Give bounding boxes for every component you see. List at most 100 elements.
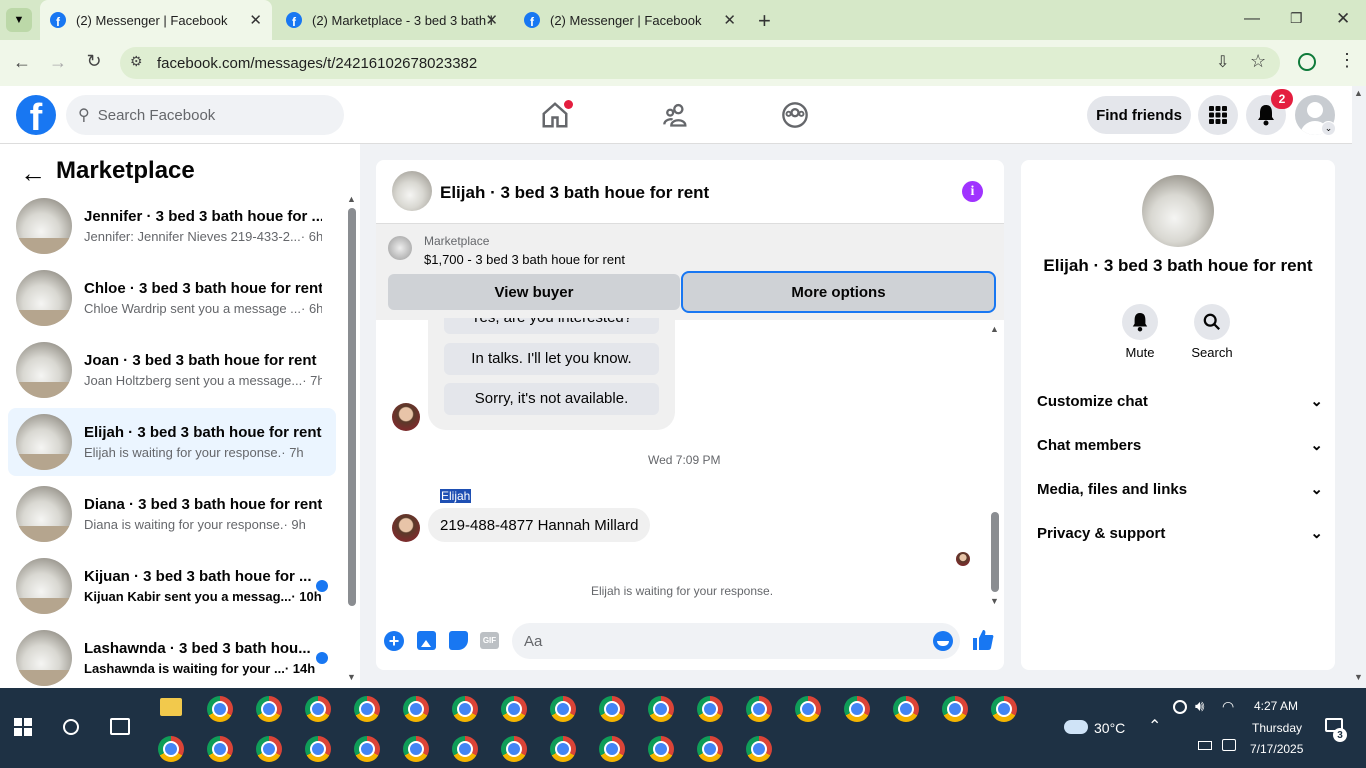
sender-avatar[interactable] <box>392 514 420 542</box>
tab-messenger-2[interactable]: f (2) Messenger | Facebook ✕ <box>514 0 746 40</box>
view-buyer-button[interactable]: View buyer <box>388 274 680 310</box>
listing-description[interactable]: $1,700 - 3 bed 3 bath houe for rent <box>424 252 625 267</box>
back-icon[interactable]: ← <box>8 52 36 73</box>
conversation-item[interactable]: Kijuan · 3 bed 3 bath houe for ... Kijua… <box>8 552 336 620</box>
media-files-links-section[interactable]: Media, files and links ⌄ <box>1037 477 1323 501</box>
mute-button[interactable] <box>1122 304 1158 340</box>
account-chevron-icon[interactable]: ⌄ <box>1321 121 1336 136</box>
chrome-taskbar-icon[interactable] <box>599 696 625 722</box>
info-panel-avatar[interactable] <box>1142 175 1214 247</box>
chrome-taskbar-icon[interactable] <box>795 696 821 722</box>
facebook-logo[interactable]: f <box>16 95 56 135</box>
tab-marketplace[interactable]: f (2) Marketplace - 3 bed 3 bath h ✕ <box>276 0 508 40</box>
battery-icon[interactable] <box>1198 741 1212 750</box>
conversation-item[interactable]: Diana · 3 bed 3 bath houe for rent Diana… <box>8 480 336 548</box>
record-icon[interactable] <box>1173 700 1187 714</box>
chrome-taskbar-icon[interactable] <box>452 736 478 762</box>
chat-scrollbar-thumb[interactable] <box>991 512 999 592</box>
reload-icon[interactable]: ↻ <box>80 51 108 72</box>
weather-cloud-icon[interactable] <box>1064 720 1088 734</box>
gif-icon[interactable]: GIF <box>480 632 499 649</box>
windows-start-icon[interactable] <box>14 718 32 741</box>
install-app-icon[interactable]: ⇩ <box>1216 52 1229 72</box>
back-arrow-icon[interactable]: ← <box>20 158 46 189</box>
info-icon[interactable]: i <box>962 181 983 202</box>
profile-icon[interactable] <box>1298 53 1316 71</box>
minimize-icon[interactable]: — <box>1244 10 1260 28</box>
privacy-support-section[interactable]: Privacy & support ⌄ <box>1037 521 1323 545</box>
chrome-taskbar-icon[interactable] <box>256 696 282 722</box>
chat-scroll-up-icon[interactable]: ▲ <box>990 324 999 334</box>
chat-members-section[interactable]: Chat members ⌄ <box>1037 433 1323 457</box>
chrome-taskbar-icon[interactable] <box>844 696 870 722</box>
chrome-taskbar-icon[interactable] <box>697 696 723 722</box>
keyboard-icon[interactable] <box>1222 739 1236 751</box>
find-friends-button[interactable]: Find friends <box>1087 96 1191 134</box>
chrome-taskbar-icon[interactable] <box>158 736 184 762</box>
chrome-taskbar-icon[interactable] <box>354 696 380 722</box>
network-icon[interactable]: ◠ <box>1222 698 1234 715</box>
chrome-taskbar-icon[interactable] <box>501 696 527 722</box>
clock-time[interactable]: 4:27 AM <box>1254 699 1298 713</box>
volume-icon[interactable]: 🔊︎ <box>1195 698 1204 715</box>
quick-reply-in-talks[interactable]: In talks. I'll let you know. <box>444 343 659 375</box>
sender-avatar[interactable] <box>392 403 420 431</box>
chrome-taskbar-icon[interactable] <box>746 696 772 722</box>
chrome-taskbar-icon[interactable] <box>697 736 723 762</box>
like-thumb-icon[interactable] <box>971 628 995 657</box>
close-tab-icon[interactable]: ✕ <box>723 11 736 29</box>
chrome-taskbar-icon[interactable] <box>893 696 919 722</box>
tab-search-button[interactable]: ▼ <box>6 8 32 32</box>
friends-nav-icon[interactable] <box>662 101 690 134</box>
new-tab-button[interactable]: + <box>758 8 771 34</box>
chrome-taskbar-icon[interactable] <box>403 736 429 762</box>
message-input[interactable]: Aa <box>512 623 960 659</box>
tray-expand-icon[interactable]: ⌃ <box>1148 716 1161 736</box>
forward-icon[interactable]: → <box>44 52 72 73</box>
file-explorer-icon[interactable] <box>160 698 182 716</box>
bookmark-star-icon[interactable]: ☆ <box>1250 51 1266 72</box>
chrome-taskbar-icon[interactable] <box>648 736 674 762</box>
chrome-taskbar-icon[interactable] <box>550 736 576 762</box>
quick-reply-not-available[interactable]: Sorry, it's not available. <box>444 383 659 415</box>
customize-chat-section[interactable]: Customize chat ⌄ <box>1037 389 1323 413</box>
chrome-taskbar-icon[interactable] <box>403 696 429 722</box>
emoji-icon[interactable] <box>933 631 953 651</box>
chrome-taskbar-icon[interactable] <box>648 696 674 722</box>
conversation-item[interactable]: Lashawnda · 3 bed 3 bath hou... Lashawnd… <box>8 624 336 692</box>
search-conversation-button[interactable] <box>1194 304 1230 340</box>
clock-day[interactable]: Thursday <box>1252 721 1302 735</box>
sidebar-scrollbar-thumb[interactable] <box>348 208 356 606</box>
chat-scroll-down-icon[interactable]: ▼ <box>990 596 999 606</box>
groups-nav-icon[interactable] <box>781 101 809 134</box>
search-facebook-input[interactable]: ⚲ Search Facebook <box>66 95 344 135</box>
chrome-taskbar-icon[interactable] <box>207 696 233 722</box>
conversation-item-selected[interactable]: Elijah · 3 bed 3 bath houe for rent Elij… <box>8 408 336 476</box>
photo-icon[interactable] <box>417 631 436 650</box>
task-view-icon[interactable] <box>110 718 130 735</box>
chrome-taskbar-icon[interactable] <box>501 736 527 762</box>
close-window-icon[interactable]: ✕ <box>1336 9 1350 29</box>
clock-date[interactable]: 7/17/2025 <box>1250 742 1303 756</box>
chrome-taskbar-icon[interactable] <box>207 736 233 762</box>
close-tab-icon[interactable]: ✕ <box>249 11 262 29</box>
chrome-taskbar-icon[interactable] <box>746 736 772 762</box>
restore-icon[interactable]: ❐ <box>1290 10 1303 27</box>
scroll-down-icon[interactable]: ▼ <box>347 672 356 682</box>
chrome-taskbar-icon[interactable] <box>991 696 1017 722</box>
chrome-taskbar-icon[interactable] <box>942 696 968 722</box>
chrome-taskbar-icon[interactable] <box>305 696 331 722</box>
page-scroll-down-icon[interactable]: ▼ <box>1354 672 1363 682</box>
menu-grid-button[interactable] <box>1198 95 1238 135</box>
quick-reply-yes[interactable]: Yes, are you interested? <box>444 318 659 334</box>
more-options-button[interactable]: More options <box>681 271 996 313</box>
plus-icon[interactable]: + <box>384 631 404 651</box>
cortana-search-icon[interactable] <box>63 719 79 735</box>
site-info-icon[interactable]: ⚙ <box>130 53 143 70</box>
chrome-taskbar-icon[interactable] <box>354 736 380 762</box>
conversation-item[interactable]: Joan · 3 bed 3 bath houe for rent Joan H… <box>8 336 336 404</box>
chrome-taskbar-icon[interactable] <box>305 736 331 762</box>
chrome-taskbar-icon[interactable] <box>550 696 576 722</box>
chrome-taskbar-icon[interactable] <box>256 736 282 762</box>
chrome-taskbar-icon[interactable] <box>452 696 478 722</box>
